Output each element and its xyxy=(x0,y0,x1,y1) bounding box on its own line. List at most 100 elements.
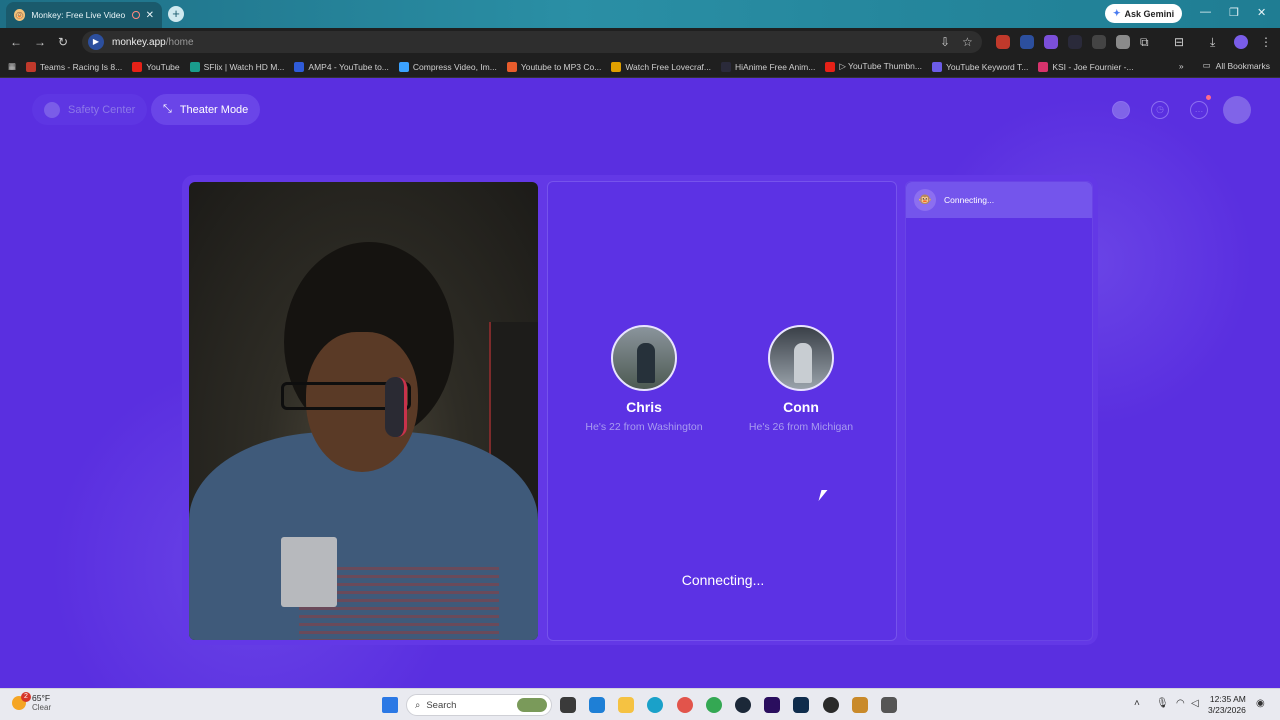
menu-kebab-icon[interactable]: ⋮ xyxy=(1260,35,1272,49)
close-tab-icon[interactable]: ✕ xyxy=(146,10,154,21)
recording-indicator-icon xyxy=(131,11,140,19)
bookmark-star-icon[interactable]: ☆ xyxy=(962,35,973,49)
search-highlight-image xyxy=(517,698,547,712)
url-field[interactable]: ▶ monkey.app/home xyxy=(82,31,982,53)
person-silhouette xyxy=(637,343,655,383)
weather-condition: Clear xyxy=(32,703,52,712)
obs-icon[interactable] xyxy=(823,697,839,713)
all-bookmarks-button[interactable]: » ▭ All Bookmarks xyxy=(1179,60,1270,71)
theater-mode-button[interactable]: ⤡ Theater Mode xyxy=(151,94,261,125)
game-app-icon[interactable] xyxy=(881,697,897,713)
extension-icon[interactable] xyxy=(996,35,1010,49)
self-camera-video xyxy=(189,182,538,640)
weather-badge: 2 xyxy=(21,691,31,702)
bookmark-item[interactable]: Compress Video, Im... xyxy=(398,61,497,72)
extension-icon[interactable] xyxy=(1044,35,1058,49)
tray-overflow-icon[interactable]: ˄ xyxy=(1134,698,1140,709)
bookmark-favicon-icon xyxy=(825,61,836,72)
edge-icon[interactable] xyxy=(647,697,663,713)
bookmark-item[interactable]: YouTube Keyword T... xyxy=(931,61,1028,72)
volume-icon[interactable]: ◁ xyxy=(1191,698,1199,709)
bookmark-item[interactable]: Watch Free Lovecraf... xyxy=(611,61,711,72)
bookmark-item[interactable]: YouTube xyxy=(132,61,180,72)
shield-extension-icon[interactable] xyxy=(1116,35,1130,49)
bookmark-favicon-icon xyxy=(931,61,942,72)
chrome-icon[interactable] xyxy=(706,697,722,713)
file-explorer-icon[interactable] xyxy=(618,697,634,713)
tab-search-icon[interactable]: ⊟ xyxy=(1174,35,1184,49)
user-avatar[interactable] xyxy=(1223,96,1251,124)
bookmark-item[interactable]: Youtube to MP3 Co... xyxy=(506,61,601,72)
extensions-puzzle-icon[interactable]: ⧉ xyxy=(1140,35,1149,50)
photoshop-icon[interactable] xyxy=(793,697,809,713)
clock[interactable]: 12:35 AM 3/23/2026 xyxy=(1208,694,1246,716)
match-name: Chris xyxy=(626,399,662,415)
address-bar-row: ← → ↻ ▶ monkey.app/home ⇩ ☆ ⧉ ⊟ ⤓ ⋮ xyxy=(0,28,1280,56)
ask-gemini-button[interactable]: ✦ Ask Gemini xyxy=(1105,4,1183,23)
match-name: Conn xyxy=(783,399,819,415)
minimize-icon[interactable]: — xyxy=(1200,6,1211,18)
extension-icon[interactable] xyxy=(1068,35,1082,49)
clock-time: 12:35 AM xyxy=(1209,694,1246,704)
bookmark-item[interactable]: AMP4 - YouTube to... xyxy=(294,61,389,72)
task-view-icon[interactable] xyxy=(560,697,576,713)
apps-grid-icon[interactable]: ▦ xyxy=(8,61,16,72)
expand-icon: ⤡ xyxy=(163,103,172,115)
chat-header: 🐵 Connecting... xyxy=(906,182,1092,218)
close-window-icon[interactable]: ✕ xyxy=(1257,6,1266,19)
new-tab-button[interactable]: + xyxy=(168,6,184,22)
bookmark-favicon-icon xyxy=(721,61,731,72)
history-clock-icon[interactable]: ◷ xyxy=(1151,101,1169,119)
store-icon[interactable] xyxy=(589,697,605,713)
match-card[interactable]: Chris He's 22 from Washington xyxy=(569,325,719,433)
safety-center-label: Safety Center xyxy=(68,103,136,116)
weather-widget[interactable]: 2 65°F Clear xyxy=(12,691,52,712)
notifications-bell-icon[interactable]: ◉ xyxy=(1256,698,1265,709)
game-app-icon[interactable] xyxy=(852,697,868,713)
chevron-double-right-icon[interactable]: » xyxy=(1179,61,1184,71)
bookmark-item[interactable]: KSI - Joe Fournier -... xyxy=(1038,61,1134,72)
site-info-icon[interactable]: ▶ xyxy=(88,34,104,50)
search-icon: ⌕ xyxy=(415,699,421,711)
ask-gemini-label: Ask Gemini xyxy=(1124,8,1175,19)
match-info: He's 22 from Washington xyxy=(585,421,703,433)
clock-date: 3/23/2026 xyxy=(1208,705,1246,715)
downloads-icon[interactable]: ⤓ xyxy=(1210,35,1215,50)
match-avatar xyxy=(768,325,834,391)
wifi-icon[interactable]: ◠ xyxy=(1176,698,1185,709)
reload-icon[interactable]: ↻ xyxy=(58,35,68,49)
chat-bubble-icon[interactable]: … xyxy=(1190,101,1208,119)
bookmark-item[interactable]: Teams - Racing Is 8... xyxy=(26,61,122,72)
taskbar-search[interactable]: ⌕ Search xyxy=(406,694,552,716)
monkey-favicon-icon: 🐵 xyxy=(14,9,26,21)
back-icon[interactable]: ← xyxy=(10,35,22,49)
restore-icon[interactable]: ❐ xyxy=(1229,6,1239,19)
bookmark-item[interactable]: SFlix | Watch HD M... xyxy=(189,61,284,72)
install-app-icon[interactable]: ⇩ xyxy=(940,35,950,49)
windows-taskbar: 2 65°F Clear ⌕ Search ˄ 🎙 ◠ ◁ 12:35 AM 3… xyxy=(0,688,1280,720)
extension-icon[interactable] xyxy=(1020,35,1034,49)
microphone-icon[interactable]: 🎙 xyxy=(1156,698,1169,709)
safety-center-button[interactable]: Safety Center xyxy=(32,94,148,125)
extension-icon[interactable] xyxy=(1092,35,1106,49)
profile-avatar-icon[interactable] xyxy=(1234,35,1248,49)
match-avatar xyxy=(611,325,677,391)
bookmark-item[interactable]: HiAnime Free Anim... xyxy=(721,61,815,72)
match-card[interactable]: Conn He's 26 from Michigan xyxy=(726,325,876,433)
camera-headset xyxy=(385,377,407,437)
weather-sun-icon: 2 xyxy=(12,691,31,710)
steam-icon[interactable] xyxy=(735,697,751,713)
browser-tab-active[interactable]: 🐵 Monkey: Free Live Video Ch ✕ xyxy=(6,2,162,28)
search-placeholder: Search xyxy=(426,699,457,711)
bookmark-item[interactable]: ▷ YouTube Thumbn... xyxy=(825,61,922,72)
browser-app-icon[interactable] xyxy=(677,697,693,713)
forward-icon[interactable]: → xyxy=(34,35,46,49)
coins-icon[interactable] xyxy=(1112,101,1130,119)
connection-status: Connecting... xyxy=(681,572,765,588)
bookmark-favicon-icon xyxy=(1038,61,1049,72)
bookmark-favicon-icon xyxy=(26,61,37,72)
monkey-icon: 🐵 xyxy=(914,189,936,211)
windows-start-icon[interactable] xyxy=(382,697,398,713)
premiere-pro-icon[interactable] xyxy=(764,697,780,713)
bookmark-favicon-icon xyxy=(611,61,622,72)
